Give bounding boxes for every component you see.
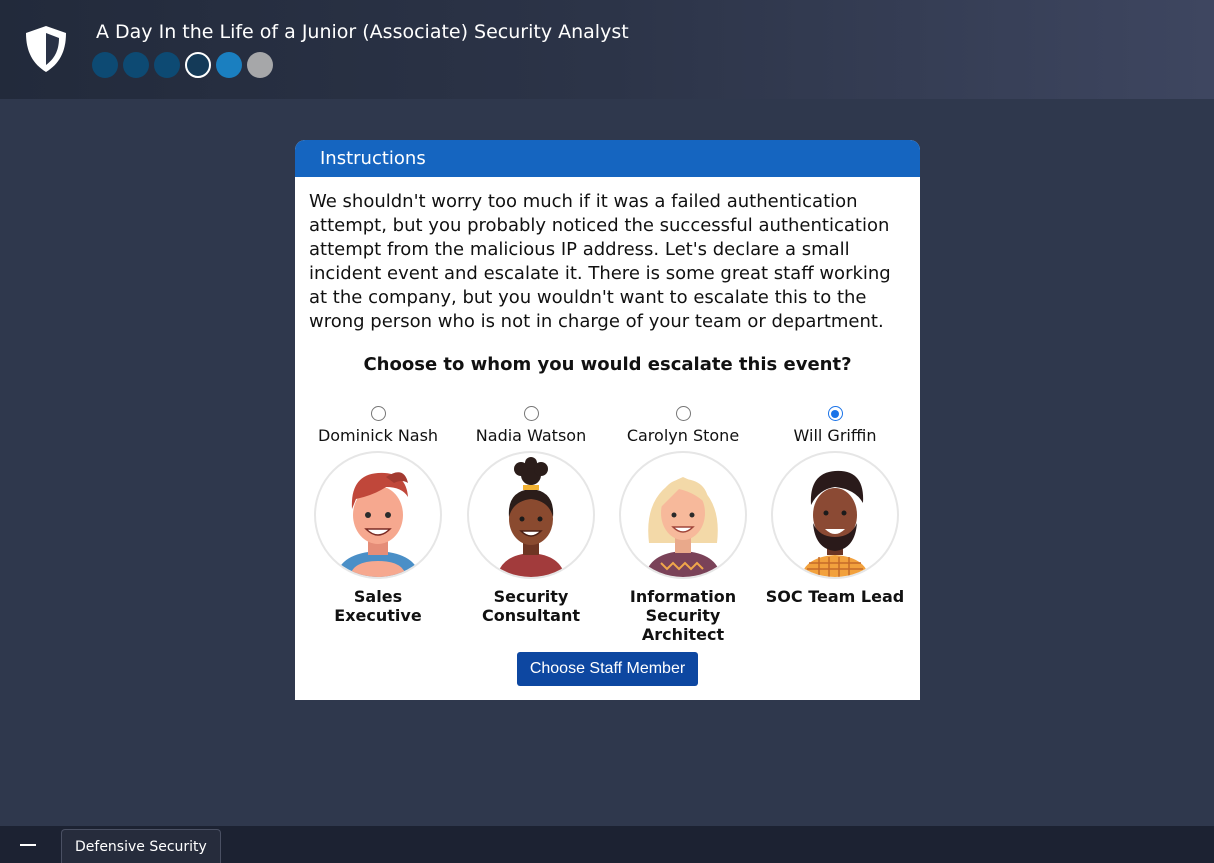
staff-option-dominick-nash[interactable]: Dominick Nash Sales Executive [308,406,448,625]
instructions-card: Instructions We shouldn't worry too much… [295,140,920,700]
avatar [771,451,899,579]
progress-step-2 [123,52,149,78]
staff-option-carolyn-stone[interactable]: Carolyn Stone Information Security Archi… [613,406,753,644]
shield-icon [26,26,66,72]
progress-indicator [92,52,273,78]
page-title: A Day In the Life of a Junior (Associate… [96,21,629,43]
question-text: Choose to whom you would escalate this e… [363,354,852,375]
avatar-dominick-nash [336,472,420,577]
card-header: Instructions [295,140,920,177]
avatar [619,451,747,579]
tab-defensive-security[interactable]: Defensive Security [61,829,221,863]
progress-step-5 [216,52,242,78]
staff-name: Nadia Watson [475,426,587,445]
progress-step-4-current [185,52,211,78]
staff-name: Will Griffin [793,426,877,445]
staff-radio-1[interactable] [370,406,386,421]
staff-option-will-griffin[interactable]: Will Griffin SOC Team Lead [765,406,905,606]
taskbar: Defensive Security [0,826,1214,863]
staff-radio-4-selected[interactable] [827,406,843,421]
staff-option-nadia-watson[interactable]: Nadia Watson Security Consultant [461,406,601,625]
staff-name: Carolyn Stone [626,426,740,445]
choose-staff-button[interactable]: Choose Staff Member [517,652,698,686]
avatar-carolyn-stone [645,477,721,577]
progress-step-6 [247,52,273,78]
progress-step-1 [92,52,118,78]
staff-role: SOC Team Lead [765,587,905,606]
staff-name: Dominick Nash [317,426,439,445]
avatar-will-griffin [801,470,869,577]
staff-role: Security Consultant [481,587,580,625]
progress-step-3 [154,52,180,78]
staff-role: Sales Executive [334,587,422,625]
staff-radio-2[interactable] [523,406,539,421]
staff-role: Information Security Architect [629,587,737,644]
instructions-text: We shouldn't worry too much if it was a … [309,191,891,332]
staff-radio-3[interactable] [675,406,691,421]
avatar [467,451,595,579]
avatar [314,451,442,579]
app-header: A Day In the Life of a Junior (Associate… [0,0,1214,99]
minimize-icon[interactable] [20,844,36,846]
avatar-nadia-watson [497,457,565,577]
